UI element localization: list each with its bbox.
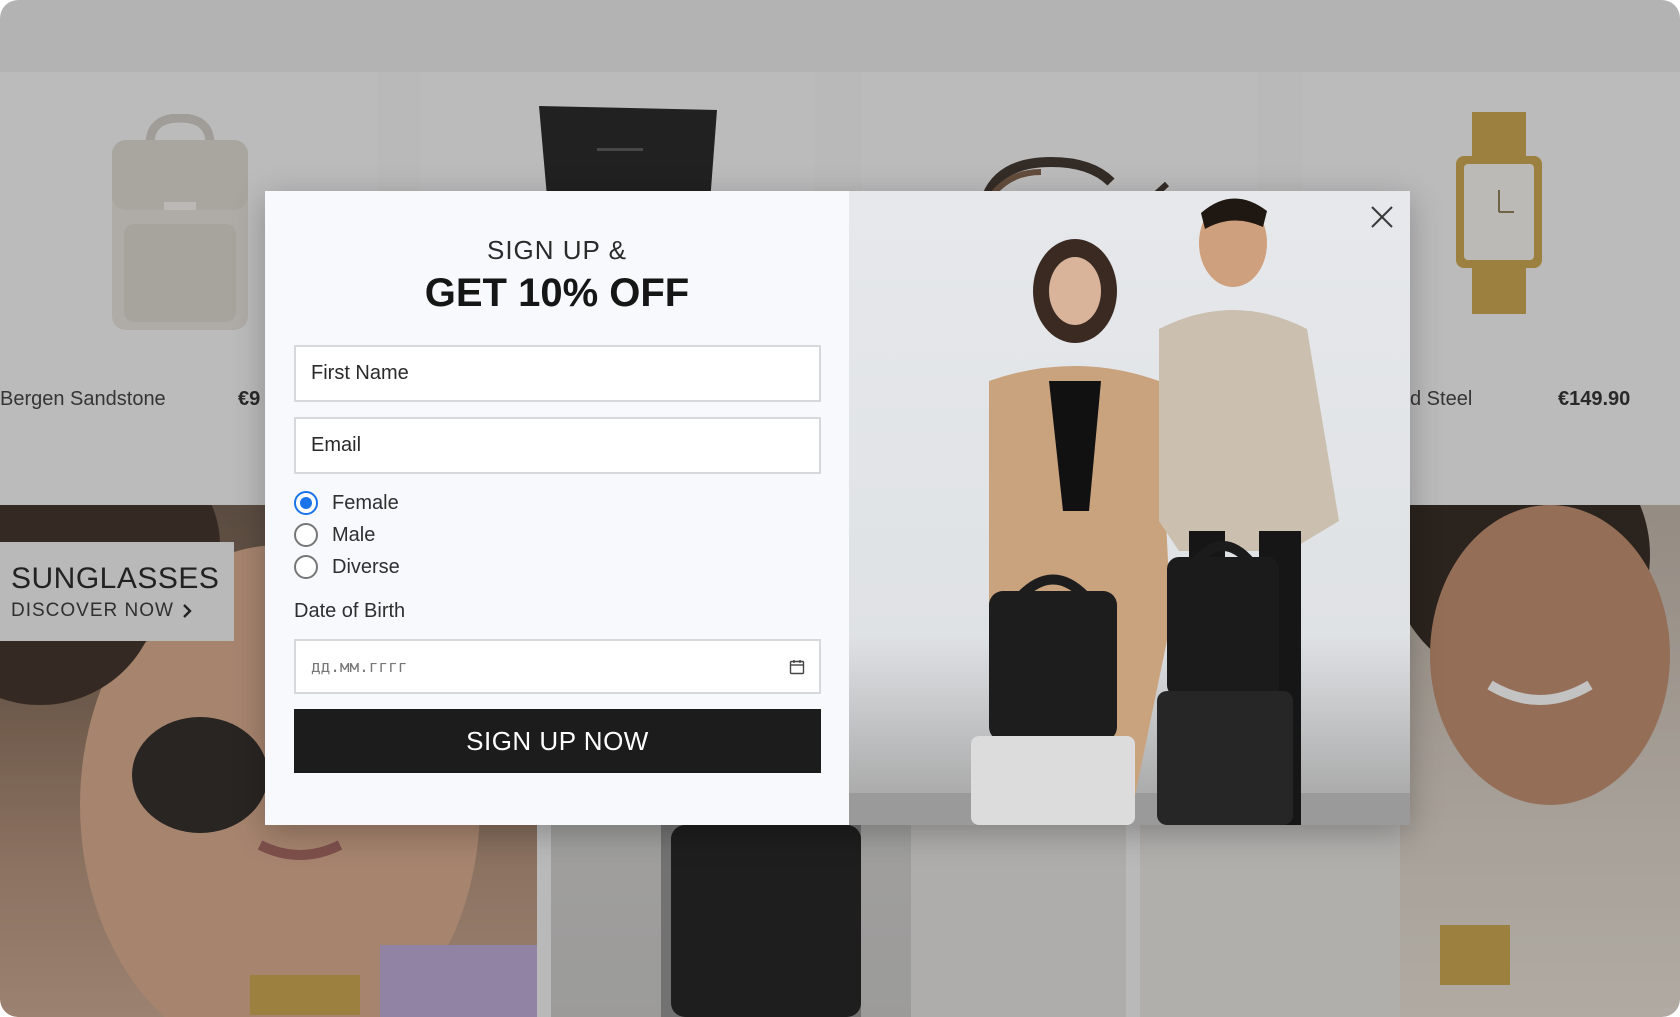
photo-illustration [849, 198, 1410, 825]
radio-label: Female [332, 491, 399, 514]
dob-placeholder: дд.мм.гггг [311, 657, 408, 676]
radio-diverse[interactable] [294, 555, 318, 579]
close-icon[interactable] [1368, 203, 1396, 231]
email-placeholder: Email [311, 434, 362, 456]
radio-label: Male [332, 523, 376, 546]
calendar-icon[interactable] [789, 659, 805, 675]
radio-male[interactable] [294, 523, 318, 547]
first-name-field[interactable]: First Name [294, 345, 821, 402]
sign-up-now-button[interactable]: SIGN UP NOW [294, 709, 821, 773]
date-of-birth-input[interactable]: дд.мм.гггг [294, 639, 821, 694]
email-field[interactable]: Email [294, 417, 821, 474]
radio-female[interactable] [294, 491, 318, 515]
gender-option-female[interactable]: Female [294, 491, 399, 515]
gender-option-diverse[interactable]: Diverse [294, 555, 400, 579]
radio-label: Diverse [332, 555, 400, 578]
gender-option-male[interactable]: Male [294, 523, 375, 547]
dob-label: Date of Birth [294, 600, 406, 622]
signup-form: SIGN UP & GET 10% OFF First Name Email F… [265, 191, 849, 825]
headline-small: SIGN UP & [486, 235, 627, 265]
couple-with-bags-photo [849, 191, 1410, 825]
signup-modal: SIGN UP & GET 10% OFF First Name Email F… [265, 191, 1410, 825]
first-name-placeholder: First Name [311, 362, 409, 384]
headline-discount: GET 10% OFF [424, 271, 690, 315]
